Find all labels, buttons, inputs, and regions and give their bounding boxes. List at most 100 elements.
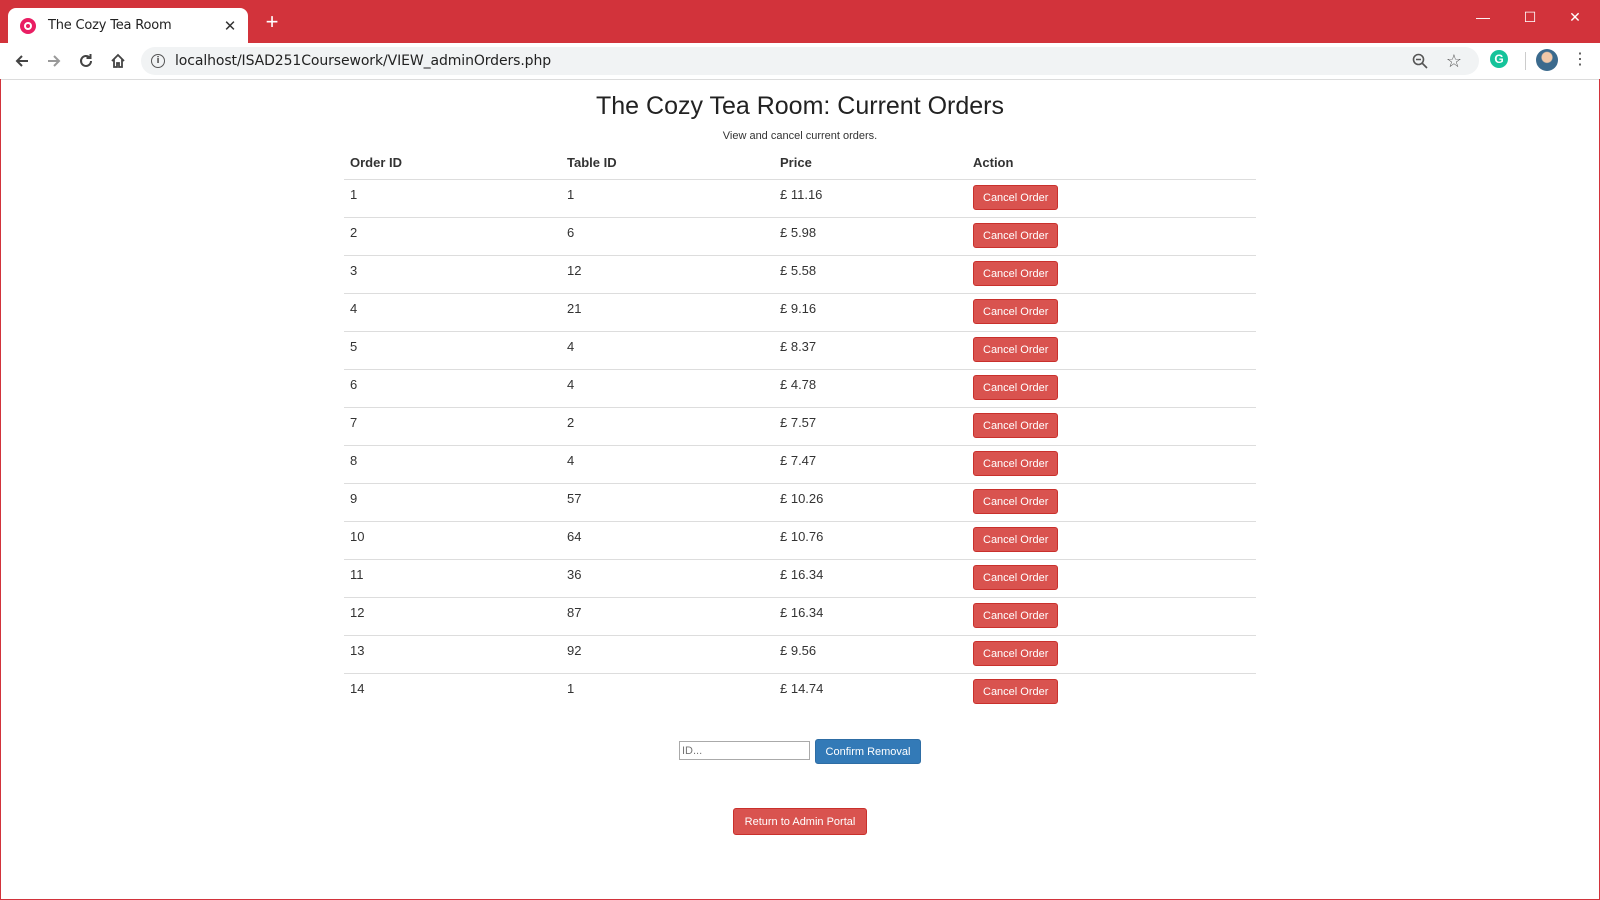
cancel-order-button[interactable]: Cancel Order — [973, 679, 1059, 704]
browser-menu-icon[interactable]: ⋮ — [1572, 50, 1588, 70]
new-tab-icon[interactable]: + — [262, 11, 282, 33]
reload-icon[interactable] — [74, 49, 98, 73]
table-row: 8 4 £ 7.47 Cancel Order — [344, 445, 1256, 484]
table-row: 7 2 £ 7.57 Cancel Order — [344, 407, 1256, 446]
table-id-cell: 64 — [561, 521, 774, 560]
cancel-order-button[interactable]: Cancel Order — [973, 565, 1059, 590]
order-id-cell: 5 — [344, 331, 561, 370]
browser-tab[interactable]: The Cozy Tea Room ✕ — [8, 8, 248, 43]
price-cell: £ 8.37 — [774, 331, 967, 370]
cancel-order-button[interactable]: Cancel Order — [973, 375, 1059, 400]
header-order-id: Order ID — [344, 145, 561, 180]
header-price: Price — [774, 145, 967, 180]
table-row: 5 4 £ 8.37 Cancel Order — [344, 331, 1256, 370]
action-cell: Cancel Order — [967, 597, 1256, 636]
table-row: 2 6 £ 5.98 Cancel Order — [344, 217, 1256, 256]
table-row: 3 12 £ 5.58 Cancel Order — [344, 255, 1256, 294]
order-id-cell: 4 — [344, 293, 561, 332]
window-minimize-icon[interactable]: — — [1466, 6, 1500, 28]
cancel-order-button[interactable]: Cancel Order — [973, 451, 1059, 476]
table-row: 9 57 £ 10.26 Cancel Order — [344, 483, 1256, 522]
order-id-input[interactable] — [679, 741, 810, 760]
forward-arrow-icon[interactable] — [42, 49, 66, 73]
price-cell: £ 7.47 — [774, 445, 967, 484]
table-id-cell: 4 — [561, 369, 774, 408]
table-id-cell: 1 — [561, 179, 774, 218]
order-id-cell: 9 — [344, 483, 561, 522]
orders-table-body: 1 1 £ 11.16 Cancel Order 2 6 £ 5.98 Cancel Orde… — [344, 179, 1256, 712]
tab-title: The Cozy Tea Room — [48, 18, 172, 33]
table-id-cell: 57 — [561, 483, 774, 522]
cancel-order-button[interactable]: Cancel Order — [973, 185, 1059, 210]
table-id-cell: 6 — [561, 217, 774, 256]
action-cell: Cancel Order — [967, 483, 1256, 522]
order-id-cell: 10 — [344, 521, 561, 560]
order-id-cell: 12 — [344, 597, 561, 636]
order-id-cell: 3 — [344, 255, 561, 294]
grammarly-extension-icon[interactable]: G — [1490, 50, 1508, 68]
confirm-removal-button[interactable]: Confirm Removal — [815, 739, 921, 764]
price-cell: £ 10.26 — [774, 483, 967, 522]
profile-avatar[interactable] — [1536, 49, 1558, 71]
cancel-order-button[interactable]: Cancel Order — [973, 261, 1059, 286]
action-cell: Cancel Order — [967, 559, 1256, 598]
action-cell: Cancel Order — [967, 407, 1256, 446]
orders-table: Order ID Table ID Price Action 1 1 £ 11.16… — [344, 145, 1256, 712]
action-cell: Cancel Order — [967, 369, 1256, 408]
window-maximize-icon[interactable]: ☐ — [1513, 6, 1547, 28]
price-cell: £ 9.16 — [774, 293, 967, 332]
table-row: 1 1 £ 11.16 Cancel Order — [344, 179, 1256, 218]
action-cell: Cancel Order — [967, 217, 1256, 256]
table-id-cell: 4 — [561, 445, 774, 484]
cancel-order-button[interactable]: Cancel Order — [973, 489, 1059, 514]
window-close-icon[interactable]: ✕ — [1558, 6, 1592, 28]
table-id-cell: 87 — [561, 597, 774, 636]
price-cell: £ 16.34 — [774, 597, 967, 636]
table-row: 14 1 £ 14.74 Cancel Order — [344, 674, 1256, 712]
table-row: 11 36 £ 16.34 Cancel Order — [344, 559, 1256, 598]
table-row: 10 64 £ 10.76 Cancel Order — [344, 521, 1256, 560]
page-content: The Cozy Tea Room: Current Orders View a… — [0, 80, 1600, 900]
table-id-cell: 21 — [561, 293, 774, 332]
table-row: 4 21 £ 9.16 Cancel Order — [344, 293, 1256, 332]
action-cell: Cancel Order — [967, 635, 1256, 674]
price-cell: £ 10.76 — [774, 521, 967, 560]
table-header-row: Order ID Table ID Price Action — [344, 145, 1256, 180]
price-cell: £ 5.58 — [774, 255, 967, 294]
price-cell: £ 4.78 — [774, 369, 967, 408]
table-row: 12 87 £ 16.34 Cancel Order — [344, 597, 1256, 636]
price-cell: £ 14.74 — [780, 681, 824, 696]
price-cell: £ 7.57 — [774, 407, 967, 446]
address-bar[interactable]: i localhost/ISAD251Coursework/VIEW_admin… — [141, 47, 1479, 75]
order-id-cell: 14 — [350, 681, 365, 696]
price-cell: £ 9.56 — [774, 635, 967, 674]
tab-close-icon[interactable]: ✕ — [222, 17, 238, 35]
site-favicon-icon — [20, 17, 36, 34]
home-icon[interactable] — [106, 49, 130, 73]
cancel-order-button[interactable]: Cancel Order — [973, 413, 1059, 438]
page-subtitle: View and cancel current orders. — [722, 130, 878, 142]
table-id-cell: 36 — [561, 559, 774, 598]
cancel-order-button[interactable]: Cancel Order — [973, 223, 1059, 248]
browser-titlebar: The Cozy Tea Room ✕ + — ☐ ✕ — [0, 0, 1600, 43]
table-row: 6 4 £ 4.78 Cancel Order — [344, 369, 1256, 408]
table-id-cell: 2 — [561, 407, 774, 446]
cancel-order-button[interactable]: Cancel Order — [973, 641, 1059, 666]
page-title: The Cozy Tea Room: Current Orders — [595, 92, 1005, 120]
order-id-cell: 6 — [344, 369, 561, 408]
action-cell: Cancel Order — [967, 255, 1256, 294]
info-icon[interactable]: i — [151, 54, 165, 68]
back-arrow-icon[interactable] — [10, 49, 34, 73]
action-cell: Cancel Order — [967, 331, 1256, 370]
browser-toolbar: i localhost/ISAD251Coursework/VIEW_admin… — [0, 43, 1600, 80]
price-cell: £ 11.16 — [774, 179, 967, 218]
cancel-order-button[interactable]: Cancel Order — [973, 337, 1059, 362]
return-to-admin-portal-button[interactable]: Return to Admin Portal — [733, 808, 867, 835]
url-text[interactable]: localhost/ISAD251Coursework/VIEW_adminOr… — [175, 53, 551, 69]
cancel-order-button[interactable]: Cancel Order — [973, 299, 1059, 324]
cancel-order-button[interactable]: Cancel Order — [973, 527, 1059, 552]
table-row: 13 92 £ 9.56 Cancel Order — [344, 635, 1256, 674]
bookmark-star-icon[interactable]: ☆ — [1444, 51, 1464, 71]
cancel-order-button[interactable]: Cancel Order — [973, 603, 1059, 628]
zoom-icon[interactable] — [1411, 52, 1429, 70]
